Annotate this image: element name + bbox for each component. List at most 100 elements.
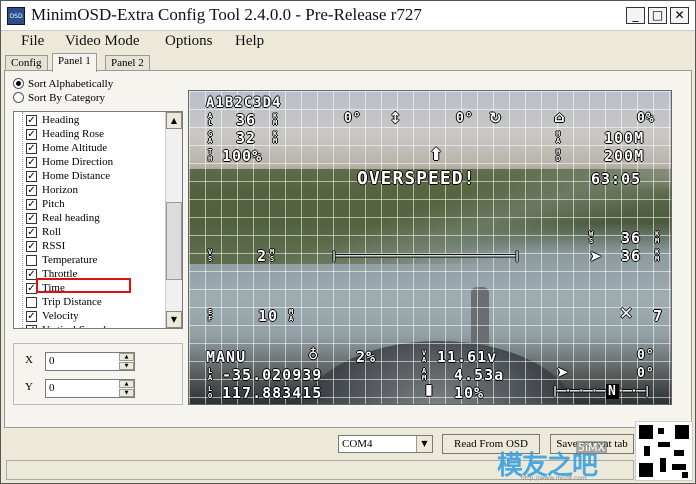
osd-lon: 117.883415 [222,384,323,402]
checkbox[interactable] [26,297,37,308]
osd-ga-value: 32 [236,129,257,147]
osd-alt-value: 36 [236,111,257,129]
osd-speed-value: 36 [621,247,642,265]
osd-heading-top: 0° [637,348,655,363]
osd-current: 4.53a [454,366,505,384]
menu-video-mode[interactable]: Video Mode [65,33,140,50]
tab-panel-2[interactable]: Panel 2 [105,55,150,71]
list-item[interactable]: ✓ Vertical Speed [26,324,106,328]
osd-compass-letter: N [606,384,619,399]
osd-heading-bottom: 0° [637,366,655,381]
scroll-up-button[interactable]: ▲ [166,112,182,129]
minimize-button[interactable]: _ [626,7,645,24]
close-button[interactable]: ✕ [670,7,689,24]
osd-vs-icon: VS [208,248,213,263]
list-item-label: Horizon [42,184,79,196]
position-group: X 0 ▲ ▼ Y 0 ▲ ▼ [13,343,183,405]
sort-alpha-label: Sort Alphabetically [28,78,114,90]
menu-help[interactable]: Help [235,33,264,50]
chevron-down-icon[interactable]: ▼ [416,436,432,452]
checkbox[interactable]: ✓ [26,311,37,322]
osd-throttle-icon: TH [208,148,213,163]
rssi-icon: ♁ [308,347,319,363]
radio-indicator [13,78,24,89]
qr-cell [682,472,688,478]
osd-ws-icon: WS [589,230,594,245]
qr-cell [644,446,650,456]
checkbox[interactable]: ✓ [26,325,37,328]
panel-items-list[interactable]: ✓ Heading ✓ Heading Rose ✓ Home Altitude ✓ Home… [13,111,183,329]
checkbox[interactable]: ✓ [26,171,37,182]
x-up-button[interactable]: ▲ [119,353,134,361]
checkbox[interactable]: ✓ [26,143,37,154]
tab-config[interactable]: Config [5,55,48,71]
osd-mode: MANU [206,348,247,366]
checkbox[interactable]: ✓ [26,241,37,252]
com-port-select[interactable]: COM4 ▼ [338,435,433,453]
osd-rssi-value: 2% [356,348,377,366]
osd-alt-unit: KM [273,112,278,127]
home-icon: ⌂ [554,108,565,126]
list-item-label: RSSI [42,240,66,252]
list-item[interactable]: ✓ RSSI [26,240,66,254]
list-item[interactable]: ✓ Velocity [26,310,79,324]
scroll-down-button[interactable]: ▼ [166,311,182,328]
y-label: Y [25,381,33,393]
list-scrollbar[interactable]: ▲ ▼ [165,112,182,328]
checkbox[interactable]: ✓ [26,157,37,168]
menu-options[interactable]: Options [165,33,213,50]
checkbox[interactable]: ✓ [26,129,37,140]
list-item[interactable]: Trip Distance [26,296,102,310]
x-down-button[interactable]: ▼ [119,362,134,370]
osd-home-dist-icon: HD [556,148,561,163]
list-item[interactable]: ✓ Roll [26,226,61,240]
menu-file[interactable]: File [21,33,44,50]
osd-sats-value: 7 [653,307,664,325]
list-item[interactable]: ✓ Home Altitude [26,142,107,156]
osd-ef-icon: EF [208,308,213,323]
list-item[interactable]: ✓ Horizon [26,184,79,198]
tab-panel-1[interactable]: Panel 1 [52,53,97,72]
checkbox[interactable]: ✓ [26,185,37,196]
checkbox[interactable]: ✓ [26,213,37,224]
qr-cell [675,425,689,439]
list-item[interactable]: ✓ Heading Rose [26,128,104,142]
list-item[interactable]: Temperature [26,254,97,268]
osd-voltage-icon: VA [422,349,427,364]
y-down-button[interactable]: ▼ [119,389,134,397]
list-item[interactable]: ✓ Pitch [26,198,65,212]
checkbox[interactable] [26,255,37,266]
list-item[interactable]: ✓ Home Direction [26,156,113,170]
checkbox[interactable]: ✓ [26,227,37,238]
list-item-label: Home Distance [42,170,111,182]
osd-ef-unit: MA [289,308,294,323]
list-item-label: Roll [42,226,61,238]
checkbox[interactable]: ✓ [26,115,37,126]
window-title: MinimOSD-Extra Config Tool 2.4.0.0 - Pre… [31,5,422,24]
sort-category-label: Sort By Category [28,92,105,104]
osd-speed-unit: KM [655,248,660,263]
qr-cell [658,442,670,447]
list-item[interactable]: ✓ Heading [26,114,79,128]
osd-timer: 63:05 [591,170,642,188]
y-spinner[interactable]: 0 ▲ ▼ [45,379,135,398]
horizon-line: |——————————————————| [332,249,519,262]
x-spinner[interactable]: 0 ▲ ▼ [45,352,135,371]
sort-category-radio[interactable]: Sort By Category [13,92,105,104]
list-item[interactable]: ✓ Home Distance [26,170,111,184]
scroll-thumb[interactable] [166,202,182,280]
gps-sat-icon: ✕ [619,304,634,324]
osd-home-dist: 200M [604,147,645,165]
list-item[interactable]: ✓ Real heading [26,212,100,226]
compass-rose: |—·—·—·—·—·—·—| [553,384,649,397]
maximize-button[interactable]: □ [648,7,667,24]
heading-arrow-icon: ➤ [556,363,569,381]
checkbox[interactable]: ✓ [26,199,37,210]
sort-alpha-radio[interactable]: Sort Alphabetically [13,78,113,90]
osd-voltage: 11.61v [437,348,498,366]
y-value: 0 [49,382,55,394]
osd-preview[interactable]: A1B2C3D4 AL 36 KM GA 32 KM TH 100% 0° ↕ … [188,90,672,405]
list-item-label: Velocity [42,310,79,322]
osd-ef-value: 10 [258,307,279,325]
y-up-button[interactable]: ▲ [119,380,134,388]
